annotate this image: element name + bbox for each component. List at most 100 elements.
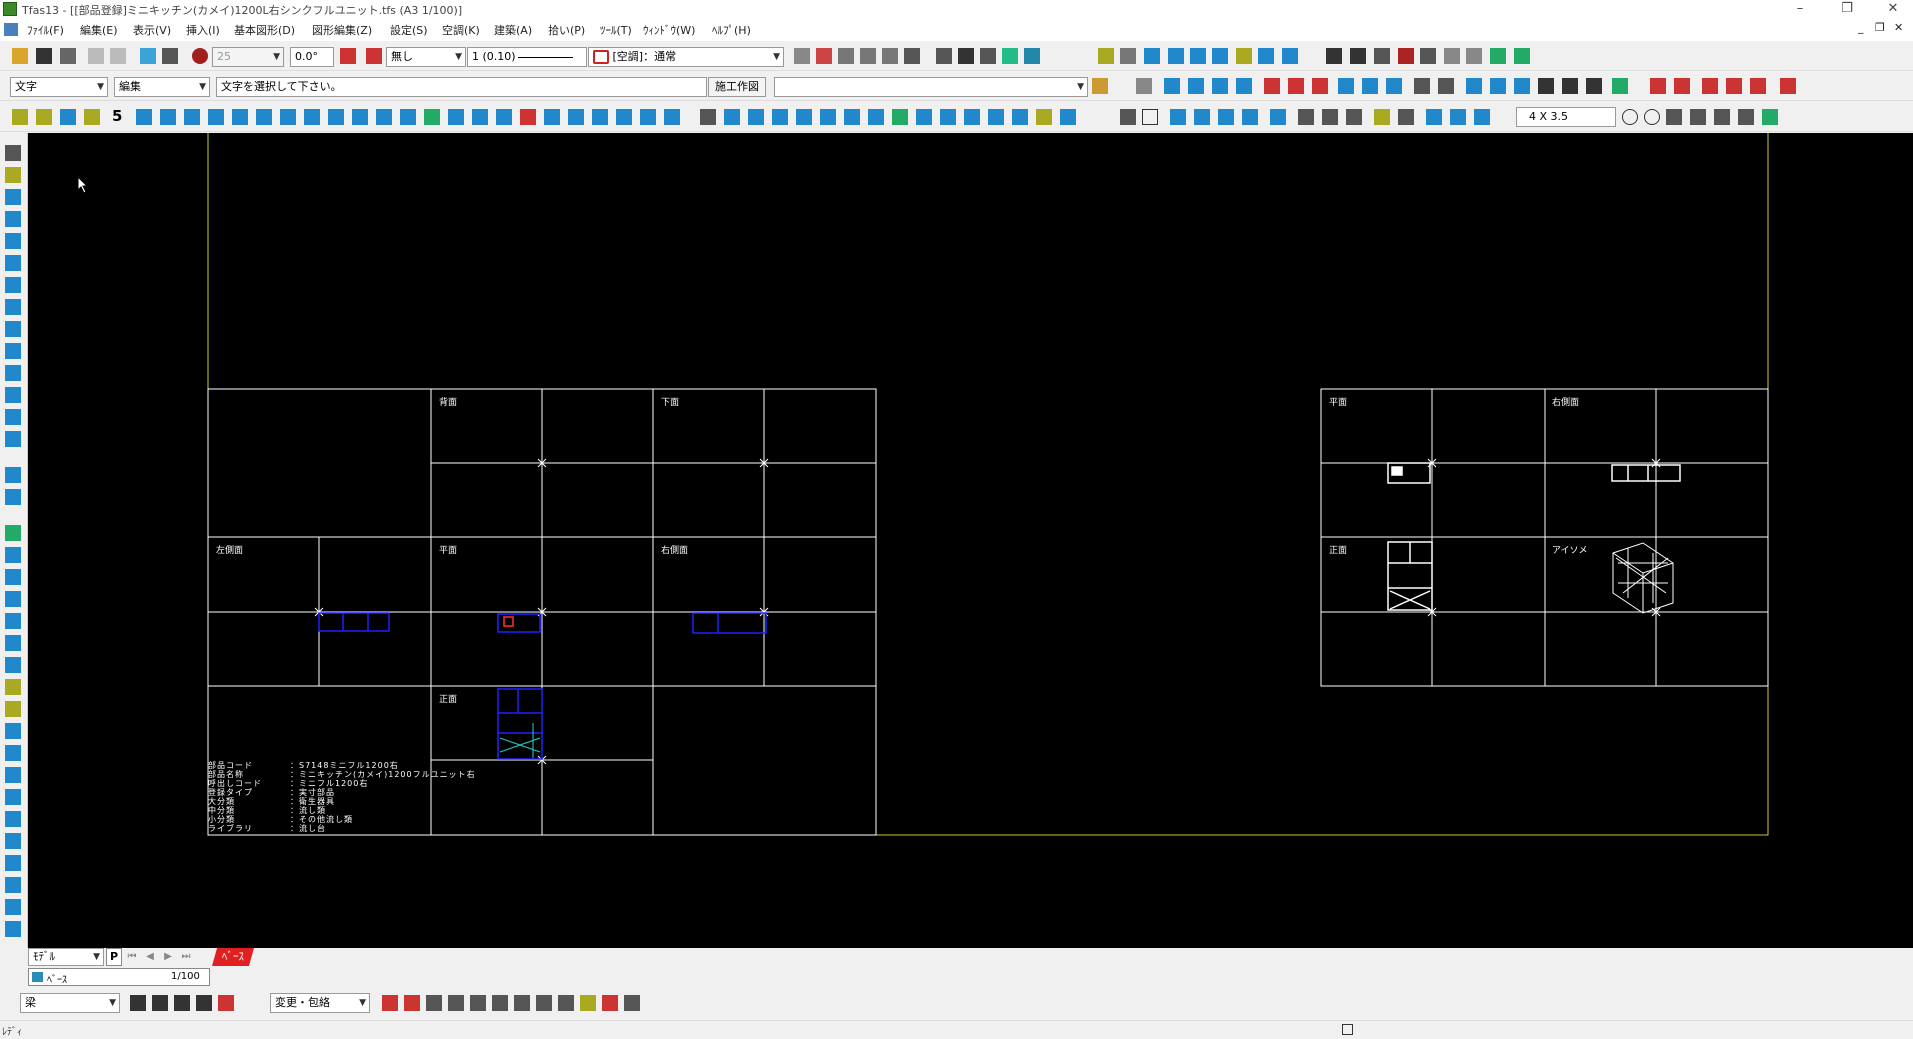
bottom-tool-15-icon[interactable] xyxy=(580,995,596,1011)
dim4-icon[interactable] xyxy=(256,109,272,125)
copy-icon[interactable] xyxy=(1194,109,1210,125)
bottom-tool-8-icon[interactable] xyxy=(426,995,442,1011)
stack4-icon[interactable] xyxy=(1236,78,1252,94)
bar-icon[interactable] xyxy=(1258,48,1274,64)
snap-mid-icon[interactable] xyxy=(36,109,52,125)
window-icon[interactable] xyxy=(1444,48,1460,64)
open-icon[interactable] xyxy=(12,48,28,64)
bottom-tool-2-icon[interactable] xyxy=(152,995,168,1011)
child-restore-button[interactable]: ❐ xyxy=(1875,21,1885,34)
arc-icon[interactable] xyxy=(838,48,854,64)
left-tool-10-icon[interactable] xyxy=(5,365,21,381)
bottom-tool-16-icon[interactable] xyxy=(602,995,618,1011)
construction-drawing-button[interactable]: 施工作図 xyxy=(708,77,766,97)
left-tool-19-icon[interactable] xyxy=(5,591,21,607)
bottom-tool-6-icon[interactable] xyxy=(382,995,398,1011)
align9-icon[interactable] xyxy=(988,109,1004,125)
copy2-icon[interactable] xyxy=(1218,109,1234,125)
dim3-icon[interactable] xyxy=(232,109,248,125)
angle-input[interactable]: 0.0° xyxy=(290,47,334,67)
move-icon[interactable] xyxy=(1466,78,1482,94)
grid-size-field[interactable]: 4 X 3.5 xyxy=(1516,107,1616,127)
hvac-icon[interactable] xyxy=(1098,48,1114,64)
select-icon[interactable] xyxy=(140,48,156,64)
select2-icon[interactable] xyxy=(1474,109,1490,125)
left-tool-21-icon[interactable] xyxy=(5,635,21,651)
number-label[interactable]: 5 xyxy=(112,107,122,125)
hammer-icon[interactable] xyxy=(980,48,996,64)
menu-hvac[interactable]: 空調(K) xyxy=(442,22,480,38)
align2-icon[interactable] xyxy=(820,109,836,125)
bottom-tool-13-icon[interactable] xyxy=(536,995,552,1011)
align11-icon[interactable] xyxy=(1036,109,1052,125)
bottom-tool-11-icon[interactable] xyxy=(492,995,508,1011)
menu-architecture[interactable]: 建築(A) xyxy=(494,22,532,38)
menu-view[interactable]: 表示(V) xyxy=(133,22,171,38)
dim16-icon[interactable] xyxy=(544,109,560,125)
align5-icon[interactable] xyxy=(892,109,908,125)
menu-settings[interactable]: 設定(S) xyxy=(390,22,428,38)
menu-file[interactable]: ﾌｧｲﾙ(F) xyxy=(27,22,64,38)
pen2-icon[interactable] xyxy=(1270,109,1286,125)
paper-space-button[interactable]: P xyxy=(106,948,122,966)
drawing-canvas[interactable]: 背面 下面 左側面 平面 右側面 正面 平面 右側面 正面 アイソメ 部品コード… xyxy=(28,133,1913,948)
route-icon[interactable] xyxy=(1338,78,1354,94)
tool1-icon[interactable] xyxy=(1298,109,1314,125)
trim-icon[interactable] xyxy=(1586,78,1602,94)
left-tool-26-icon[interactable] xyxy=(5,745,21,761)
scale-icon[interactable] xyxy=(1538,78,1554,94)
column-icon[interactable] xyxy=(1374,48,1390,64)
text2-icon[interactable] xyxy=(724,109,740,125)
chamfer-icon[interactable] xyxy=(1726,78,1742,94)
3d-icon[interactable] xyxy=(1426,109,1442,125)
stack3-icon[interactable] xyxy=(1212,78,1228,94)
dim21-icon[interactable] xyxy=(664,109,680,125)
angle-pick-icon[interactable] xyxy=(340,48,356,64)
measure-icon[interactable] xyxy=(882,48,898,64)
dim20-icon[interactable] xyxy=(640,109,656,125)
list-icon[interactable] xyxy=(1414,78,1430,94)
grid-icon[interactable] xyxy=(794,48,810,64)
left-tool-12-icon[interactable] xyxy=(5,409,21,425)
off3-icon[interactable] xyxy=(1288,78,1304,94)
menu-basic-shapes[interactable]: 基本図形(D) xyxy=(234,22,295,38)
left-tool-2-icon[interactable] xyxy=(5,189,21,205)
element-select[interactable]: 梁 ▼ xyxy=(20,993,120,1013)
stack-icon[interactable] xyxy=(1164,78,1180,94)
dim15-icon[interactable] xyxy=(520,109,536,125)
dim18-icon[interactable] xyxy=(592,109,608,125)
linetype-icon[interactable] xyxy=(366,48,382,64)
action-select[interactable]: 編集 ▼ xyxy=(114,77,210,97)
pipe-icon[interactable] xyxy=(1144,48,1160,64)
left-tool-23-icon[interactable] xyxy=(5,679,21,695)
last-tab-icon[interactable]: ⏭ xyxy=(178,948,194,966)
restore-button[interactable]: ❐ xyxy=(1832,0,1862,19)
rect-icon[interactable] xyxy=(1142,109,1158,125)
left-tool-31-icon[interactable] xyxy=(5,855,21,871)
tab-base[interactable]: ﾍﾞｰｽ xyxy=(212,948,254,966)
properties-icon[interactable] xyxy=(162,48,178,64)
bottom-tool-10-icon[interactable] xyxy=(470,995,486,1011)
layer-bar[interactable]: ﾍﾞｰｽ 1/100 xyxy=(28,968,210,986)
off2-icon[interactable] xyxy=(1264,78,1280,94)
menu-insert[interactable]: 挿入(I) xyxy=(186,22,220,38)
menu-window[interactable]: ｳｨﾝﾄﾞｳ(W) xyxy=(643,22,695,38)
left-tool-14-icon[interactable] xyxy=(5,467,21,483)
dim-icon[interactable] xyxy=(184,109,200,125)
minimize-button[interactable]: – xyxy=(1785,0,1815,19)
document-icon[interactable] xyxy=(4,23,18,36)
snap-icon[interactable] xyxy=(816,48,832,64)
tag-icon[interactable] xyxy=(1236,48,1252,64)
line-width-icon[interactable] xyxy=(192,48,208,64)
save-icon[interactable] xyxy=(36,48,52,64)
calc-icon[interactable] xyxy=(958,48,974,64)
dim9-icon[interactable] xyxy=(376,109,392,125)
first-tab-icon[interactable]: ⏮ xyxy=(124,948,140,966)
route3-icon[interactable] xyxy=(1386,78,1402,94)
mode-select[interactable]: [空調]：通常 ▼ xyxy=(588,47,784,67)
left-tool-1-icon[interactable] xyxy=(5,167,21,183)
room-icon[interactable] xyxy=(1490,48,1506,64)
route2-icon[interactable] xyxy=(1362,78,1378,94)
text-abc-icon[interactable] xyxy=(1212,48,1228,64)
menu-takeoff[interactable]: 拾い(P) xyxy=(548,22,585,38)
